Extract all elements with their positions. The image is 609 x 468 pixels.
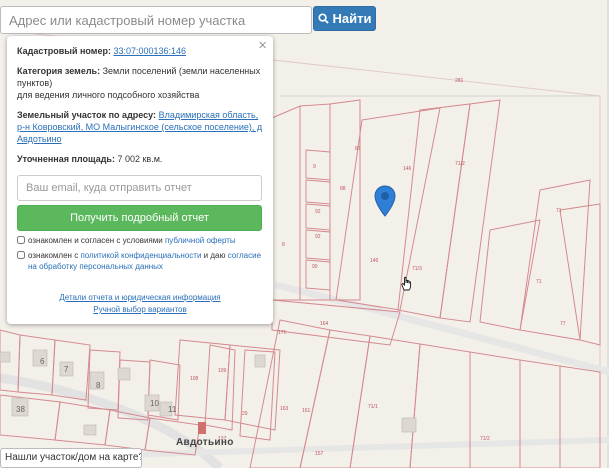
house-number-label: 7	[64, 365, 69, 374]
cadastral-label: Кадастровый номер:	[17, 46, 111, 56]
cadastral-row: Кадастровый номер: 33:07:000136:146	[17, 45, 263, 57]
category-row: Категория земель: Земли поселений (земли…	[17, 65, 263, 101]
svg-text:163: 163	[280, 406, 289, 412]
popup-footer-links: Детали отчета и юридическая информация Р…	[7, 292, 273, 316]
area-label: Уточненная площадь:	[17, 154, 115, 164]
svg-text:90: 90	[312, 264, 318, 270]
svg-text:92: 92	[315, 234, 321, 240]
svg-text:108: 108	[190, 376, 199, 382]
house-number-label: 10	[150, 399, 159, 408]
svg-text:164: 164	[320, 321, 329, 327]
svg-text:71: 71	[536, 279, 542, 285]
privacy-checkbox[interactable]	[17, 251, 25, 259]
house-number-label: 38	[16, 405, 25, 414]
svg-text:71/3: 71/3	[412, 266, 422, 272]
svg-text:146: 146	[403, 166, 412, 172]
svg-text:146: 146	[370, 258, 379, 264]
svg-text:171: 171	[278, 330, 287, 336]
svg-text:109: 109	[218, 368, 227, 374]
offer-checkbox[interactable]	[17, 236, 25, 244]
search-button-label: Найти	[332, 11, 372, 26]
privacy-consent: ознакомлен с политикой конфиденциальност…	[17, 250, 263, 272]
report-details-link[interactable]: Детали отчета и юридическая информация	[7, 292, 273, 304]
area-row: Уточненная площадь: 7 002 кв.м.	[17, 153, 263, 165]
town-label: Авдотьино	[176, 437, 234, 448]
land-use-value: для ведения личного подсобного хозяйства	[17, 90, 200, 100]
map-marker-icon[interactable]	[374, 185, 396, 217]
svg-text:161: 161	[302, 408, 311, 414]
house-number-label: 11	[168, 405, 177, 414]
manual-selection-link[interactable]: Ручной выбор вариантов	[7, 304, 273, 316]
svg-text:157: 157	[315, 451, 324, 457]
found-on-map-button[interactable]: Нашли участок/дом на карте?	[0, 448, 142, 468]
search-input[interactable]	[0, 6, 312, 34]
public-offer-link[interactable]: публичной оферты	[165, 236, 236, 245]
hand-cursor-icon	[401, 276, 411, 291]
house-number-label: 8	[96, 381, 101, 390]
offer-consent: ознакомлен и согласен с условиями публич…	[17, 235, 263, 246]
search-icon	[317, 13, 329, 24]
privacy-consent-label: ознакомлен с политикой конфиденциальност…	[28, 250, 263, 272]
svg-text:77: 77	[560, 321, 566, 327]
email-field[interactable]	[17, 175, 262, 201]
area-value: 7 002 кв.м.	[117, 154, 163, 164]
privacy-consent-mid: и даю	[203, 251, 226, 260]
svg-text:92: 92	[315, 209, 321, 215]
search-bar	[0, 6, 312, 34]
svg-text:87: 87	[355, 146, 361, 152]
parcel-info-popup: × Кадастровый номер: 33:07:000136:146 Ка…	[7, 36, 273, 324]
privacy-consent-text: ознакомлен с	[28, 251, 79, 260]
svg-text:29: 29	[242, 411, 248, 417]
offer-consent-text: ознакомлен и согласен с условиями	[28, 236, 163, 245]
close-icon[interactable]: ×	[258, 38, 267, 54]
svg-text:8: 8	[282, 242, 285, 248]
offer-consent-label: ознакомлен и согласен с условиями публич…	[28, 235, 236, 246]
cadastral-number-link[interactable]: 33:07:000136:146	[113, 46, 186, 56]
svg-text:71/2: 71/2	[480, 436, 490, 442]
svg-text:88: 88	[340, 186, 346, 192]
house-number-label: 6	[40, 357, 45, 366]
svg-text:71/1: 71/1	[368, 404, 378, 410]
get-report-button[interactable]: Получить подробный отчет	[17, 205, 262, 231]
category-label: Категория земель:	[17, 66, 101, 76]
address-row: Земельный участок по адресу: Владимирска…	[17, 109, 263, 145]
svg-text:71/2: 71/2	[455, 161, 465, 167]
svg-text:9: 9	[313, 164, 316, 170]
address-label: Земельный участок по адресу:	[17, 110, 157, 120]
search-button[interactable]: Найти	[313, 6, 376, 31]
svg-text:281: 281	[455, 78, 464, 84]
privacy-policy-link[interactable]: политикой конфиденциальности	[80, 251, 201, 260]
svg-text:71: 71	[556, 208, 562, 214]
